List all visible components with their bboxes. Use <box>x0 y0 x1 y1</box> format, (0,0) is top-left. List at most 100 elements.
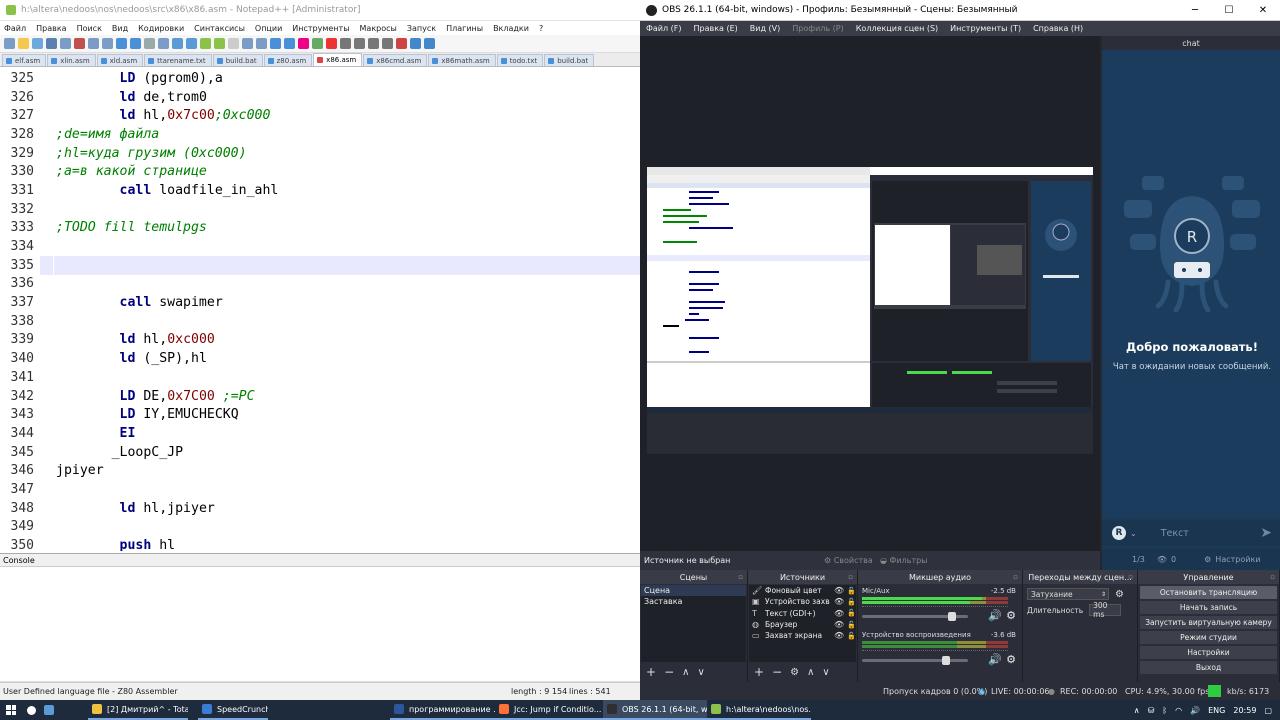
npp-menu-item[interactable]: Поиск <box>77 24 102 33</box>
code-line[interactable]: 335 <box>0 255 640 275</box>
toolbar-tool-icon[interactable] <box>270 38 281 49</box>
chat-settings-link[interactable]: Настройки <box>1215 555 1260 564</box>
fold-margin[interactable] <box>40 237 54 256</box>
code-line[interactable]: 331 call loadfile_in_ahl <box>0 181 640 200</box>
fold-margin[interactable] <box>40 218 54 238</box>
console-output[interactable] <box>0 567 640 682</box>
code-line[interactable]: 342 LD DE,0x7C00 ;=PC <box>0 386 640 406</box>
npp-title-bar[interactable]: h:\altera\nedoos\nos\nedoos\src\x86\x86.… <box>0 0 640 21</box>
task-view-icon[interactable] <box>40 700 58 720</box>
fold-margin[interactable] <box>40 87 54 107</box>
toolbar-tool-icon[interactable] <box>200 38 211 49</box>
npp-tab[interactable]: z80.asm <box>263 54 313 66</box>
obs-preview-area[interactable] <box>640 36 1100 551</box>
toolbar-tool-icon[interactable] <box>144 38 155 49</box>
volume-icon[interactable]: 🔊 <box>1190 706 1200 715</box>
keyboard-language[interactable]: ENG <box>1208 706 1225 715</box>
notification-icon[interactable]: ▢ <box>1264 706 1272 715</box>
send-icon[interactable]: ➤ <box>1260 525 1272 541</box>
npp-tab[interactable]: todo.txt <box>496 54 544 66</box>
code-line[interactable]: 350 push hl <box>0 536 640 551</box>
filters-button[interactable]: ◒ Фильтры <box>880 556 928 565</box>
control-button[interactable]: Запустить виртуальную камеру <box>1140 616 1277 629</box>
toolbar-tool-icon[interactable] <box>4 38 15 49</box>
chat-messages-area[interactable]: R Добро пожаловать! Чат в ожидании новых… <box>1102 50 1280 518</box>
toolbar-tool-icon[interactable] <box>116 38 127 49</box>
toolbar-tool-icon[interactable] <box>214 38 225 49</box>
npp-tab[interactable]: x86.asm <box>313 53 363 66</box>
fold-margin[interactable] <box>40 311 54 331</box>
fold-margin[interactable] <box>40 349 54 368</box>
code-line[interactable]: 345 _LoopC_JP <box>0 442 640 462</box>
volume-slider[interactable] <box>862 612 968 621</box>
source-item[interactable]: T Текст (GDI+) 👁 🔓 <box>749 608 856 619</box>
clock[interactable]: 20:59 <box>1233 706 1256 715</box>
npp-tab[interactable]: ttarename.txt <box>144 54 212 66</box>
toolbar-tool-icon[interactable] <box>74 38 85 49</box>
toolbar-tool-icon[interactable] <box>172 38 183 49</box>
code-line[interactable]: 346 jpiyer <box>0 461 640 481</box>
lock-icon[interactable]: 🔓 <box>847 609 856 617</box>
move-down-button[interactable]: ∨ <box>697 667 704 678</box>
toolbar-tool-icon[interactable] <box>32 38 43 49</box>
speaker-icon[interactable]: 🔊 <box>988 653 1002 666</box>
close-button[interactable]: ✕ <box>1246 5 1280 16</box>
add-source-button[interactable]: + <box>754 665 764 679</box>
toolbar-tool-icon[interactable] <box>298 38 309 49</box>
toolbar-tool-icon[interactable] <box>340 38 351 49</box>
npp-menu-item[interactable]: Вкладки <box>493 24 529 33</box>
minimize-button[interactable]: ─ <box>1178 5 1212 16</box>
code-line[interactable]: 332 <box>0 199 640 219</box>
gear-icon[interactable]: ⚙ <box>1204 555 1211 564</box>
npp-menu-item[interactable]: Вид <box>112 24 128 33</box>
fold-margin[interactable] <box>40 106 54 126</box>
npp-menu-item[interactable]: Опции <box>255 24 282 33</box>
code-line[interactable]: 344 EI <box>0 424 640 443</box>
code-editor[interactable]: 325 LD (pgrom0),a 326 ld de,trom0 327 ld h… <box>0 69 640 551</box>
toolbar-tool-icon[interactable] <box>396 38 407 49</box>
start-button[interactable] <box>0 700 22 720</box>
chevron-down-icon[interactable]: ⌄ <box>1130 529 1137 538</box>
npp-tab[interactable]: build.bat <box>544 54 595 66</box>
fold-margin[interactable] <box>40 480 54 499</box>
chat-text-input[interactable]: Текст <box>1161 528 1189 539</box>
lock-icon[interactable]: 🔓 <box>847 598 856 606</box>
tray-chevron-icon[interactable]: ∧ <box>1134 706 1140 715</box>
fold-margin[interactable] <box>40 274 54 294</box>
toolbar-tool-icon[interactable] <box>102 38 113 49</box>
code-line[interactable]: 336 <box>0 274 640 294</box>
fold-margin[interactable] <box>40 536 54 551</box>
gear-icon[interactable]: ⚙ <box>1006 653 1016 666</box>
fold-margin[interactable] <box>40 181 54 200</box>
toolbar-tool-icon[interactable] <box>368 38 379 49</box>
fold-margin[interactable] <box>40 330 54 350</box>
move-up-button[interactable]: ∧ <box>682 667 689 678</box>
eye-icon[interactable]: 👁 <box>834 586 847 595</box>
control-button[interactable]: Остановить трансляцию <box>1140 586 1277 599</box>
scene-item[interactable]: Сцена <box>641 585 746 596</box>
wifi-icon[interactable]: ◠ <box>1175 706 1182 715</box>
fold-margin[interactable] <box>40 405 54 425</box>
taskbar-task[interactable]: SpeedCrunch <box>198 700 268 720</box>
source-item[interactable]: ▣ Устройство захв 👁 🔓 <box>749 596 856 607</box>
preview-canvas[interactable] <box>647 167 1093 454</box>
remove-scene-button[interactable]: − <box>664 665 674 679</box>
code-line[interactable]: 337 call swapimer <box>0 293 640 312</box>
fold-margin[interactable] <box>40 162 54 182</box>
code-line[interactable]: 334 <box>0 237 640 256</box>
speaker-icon[interactable]: 🔊 <box>988 609 1002 622</box>
code-line[interactable]: 340 ld (_SP),hl <box>0 349 640 368</box>
fold-margin[interactable] <box>40 498 54 518</box>
toolbar-tool-icon[interactable] <box>60 38 71 49</box>
remove-source-button[interactable]: − <box>772 665 782 679</box>
volume-slider-handle[interactable] <box>948 612 957 621</box>
taskbar-task[interactable]: Jcc: Jump if Conditio... <box>495 700 603 720</box>
fold-margin[interactable] <box>40 424 54 443</box>
source-properties-button[interactable]: ⚙ <box>790 667 799 678</box>
control-button[interactable]: Настройки <box>1140 646 1277 659</box>
properties-button[interactable]: ⚙ Свойства <box>824 556 873 565</box>
code-line[interactable]: 349 <box>0 517 640 537</box>
obs-menu-item[interactable]: Правка (E) <box>694 24 738 33</box>
npp-tab[interactable]: elf.asm <box>2 54 47 66</box>
toolbar-tool-icon[interactable] <box>382 38 393 49</box>
